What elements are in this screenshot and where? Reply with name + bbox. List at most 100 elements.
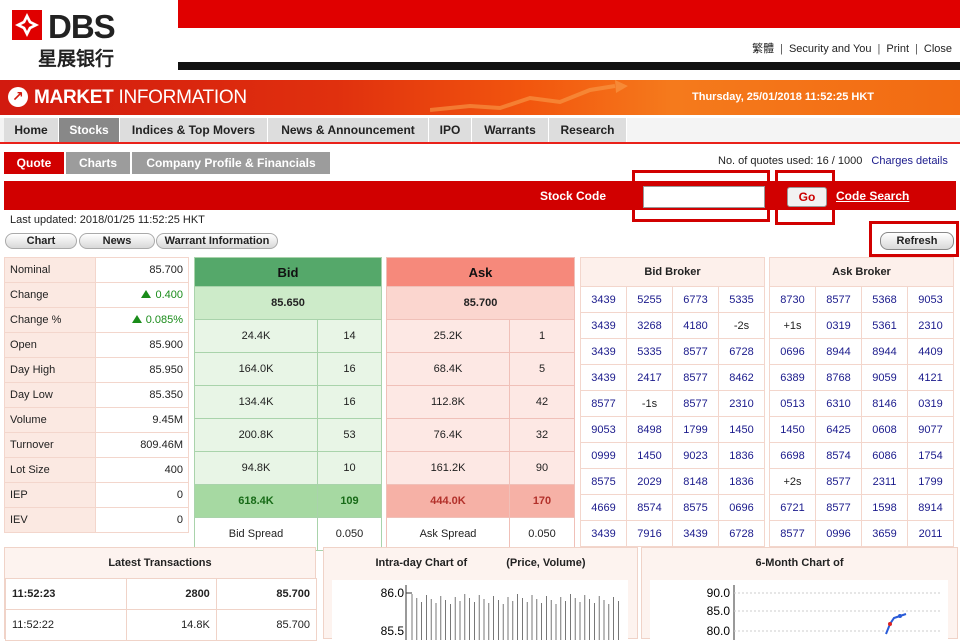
broker-cell: 8575 bbox=[672, 494, 719, 521]
broker-code-link[interactable]: 3439 bbox=[591, 320, 615, 332]
broker-code-link[interactable]: 2310 bbox=[918, 320, 942, 332]
refresh-button[interactable]: Refresh bbox=[880, 232, 954, 250]
broker-code-link[interactable]: 9059 bbox=[872, 372, 896, 384]
broker-code-link[interactable]: 3439 bbox=[591, 528, 615, 540]
broker-code-link[interactable]: 0319 bbox=[826, 320, 850, 332]
broker-code-link[interactable]: 1450 bbox=[780, 424, 804, 436]
broker-code-link[interactable]: 2029 bbox=[637, 476, 661, 488]
tab-indices-top-movers[interactable]: Indices & Top Movers bbox=[120, 118, 268, 142]
tab-warrants[interactable]: Warrants bbox=[472, 118, 549, 142]
broker-code-link[interactable]: 0696 bbox=[780, 346, 804, 358]
table-row: 9053 8498 1799 1450 bbox=[580, 416, 765, 443]
warrant-information-button[interactable]: Warrant Information bbox=[156, 233, 278, 249]
broker-code-link[interactable]: 1836 bbox=[729, 450, 753, 462]
broker-code-link[interactable]: 5335 bbox=[637, 346, 661, 358]
broker-code-link[interactable]: 0696 bbox=[729, 502, 753, 514]
broker-code-link[interactable]: 8577 bbox=[826, 294, 850, 306]
tab-research[interactable]: Research bbox=[549, 118, 627, 142]
subtab-quote[interactable]: Quote bbox=[4, 152, 64, 174]
language-link[interactable]: 繁體 bbox=[752, 43, 774, 55]
broker-code-link[interactable]: 8577 bbox=[826, 502, 850, 514]
broker-code-link[interactable]: 5255 bbox=[637, 294, 661, 306]
broker-code-link[interactable]: 5335 bbox=[729, 294, 753, 306]
broker-code-link[interactable]: 9053 bbox=[918, 294, 942, 306]
broker-code-link[interactable]: 8575 bbox=[591, 476, 615, 488]
broker-code-link[interactable]: 8577 bbox=[683, 398, 707, 410]
broker-code-link[interactable]: 7916 bbox=[637, 528, 661, 540]
broker-code-link[interactable]: 8914 bbox=[918, 502, 942, 514]
broker-code-link[interactable]: 8944 bbox=[872, 346, 896, 358]
broker-code-link[interactable]: 8730 bbox=[780, 294, 804, 306]
broker-code-link[interactable]: 8577 bbox=[683, 372, 707, 384]
broker-code-link[interactable]: 9023 bbox=[683, 450, 707, 462]
broker-code-link[interactable]: 9053 bbox=[591, 424, 615, 436]
broker-code-link[interactable]: 4180 bbox=[683, 320, 707, 332]
broker-code-link[interactable]: 2417 bbox=[637, 372, 661, 384]
broker-code-link[interactable]: 8498 bbox=[637, 424, 661, 436]
broker-code-link[interactable]: 8577 bbox=[683, 346, 707, 358]
tab-ipo[interactable]: IPO bbox=[429, 118, 472, 142]
broker-code-link[interactable]: 3659 bbox=[872, 528, 896, 540]
subtab-charts[interactable]: Charts bbox=[66, 152, 130, 174]
close-link[interactable]: Close bbox=[924, 43, 952, 55]
broker-code-link[interactable]: 5361 bbox=[872, 320, 896, 332]
broker-code-link[interactable]: 8148 bbox=[683, 476, 707, 488]
broker-code-link[interactable]: 8146 bbox=[872, 398, 896, 410]
broker-code-link[interactable]: 8768 bbox=[826, 372, 850, 384]
broker-code-link[interactable]: 0513 bbox=[780, 398, 804, 410]
news-button[interactable]: News bbox=[79, 233, 155, 249]
broker-code-link[interactable]: 6698 bbox=[780, 450, 804, 462]
broker-code-link[interactable]: 4669 bbox=[591, 502, 615, 514]
broker-code-link[interactable]: 8577 bbox=[826, 476, 850, 488]
broker-code-link[interactable]: 3439 bbox=[591, 346, 615, 358]
broker-code-link[interactable]: 6310 bbox=[826, 398, 850, 410]
broker-code-link[interactable]: 2011 bbox=[919, 528, 943, 540]
broker-code-link[interactable]: 5368 bbox=[872, 294, 896, 306]
tab-news-announcement[interactable]: News & Announcement bbox=[268, 118, 429, 142]
charges-details-link[interactable]: Charges details bbox=[871, 155, 947, 167]
broker-code-link[interactable]: 8574 bbox=[637, 502, 661, 514]
broker-code-link[interactable]: 6389 bbox=[780, 372, 804, 384]
broker-code-link[interactable]: 3439 bbox=[591, 372, 615, 384]
broker-cell: 6728 bbox=[718, 520, 765, 547]
broker-code-link[interactable]: 2310 bbox=[729, 398, 753, 410]
broker-code-link[interactable]: 3439 bbox=[683, 528, 707, 540]
broker-code-link[interactable]: 8574 bbox=[826, 450, 850, 462]
tab-home[interactable]: Home bbox=[4, 118, 59, 142]
broker-code-link[interactable]: 9077 bbox=[918, 424, 942, 436]
broker-code-link[interactable]: 6721 bbox=[780, 502, 804, 514]
broker-code-link[interactable]: 6728 bbox=[729, 346, 753, 358]
broker-code-link[interactable]: 4121 bbox=[918, 372, 942, 384]
broker-code-link[interactable]: 1754 bbox=[918, 450, 942, 462]
print-link[interactable]: Print bbox=[886, 43, 909, 55]
broker-code-link[interactable]: 0319 bbox=[918, 398, 942, 410]
broker-code-link[interactable]: 1598 bbox=[872, 502, 896, 514]
subtab-company-profile[interactable]: Company Profile & Financials bbox=[132, 152, 330, 174]
broker-code-link[interactable]: 2311 bbox=[873, 476, 897, 488]
broker-code-link[interactable]: 4409 bbox=[918, 346, 942, 358]
broker-code-link[interactable]: 1799 bbox=[683, 424, 707, 436]
broker-code-link[interactable]: 0996 bbox=[826, 528, 850, 540]
broker-code-link[interactable]: 6728 bbox=[729, 528, 753, 540]
broker-code-link[interactable]: 1836 bbox=[729, 476, 753, 488]
broker-code-link[interactable]: 6086 bbox=[872, 450, 896, 462]
broker-code-link[interactable]: 1799 bbox=[918, 476, 942, 488]
code-search-link[interactable]: Code Search bbox=[836, 189, 909, 203]
broker-code-link[interactable]: 3439 bbox=[591, 294, 615, 306]
broker-code-link[interactable]: 1450 bbox=[637, 450, 661, 462]
broker-code-link[interactable]: 8577 bbox=[591, 398, 615, 410]
chart-button[interactable]: Chart bbox=[5, 233, 77, 249]
broker-code-link[interactable]: 6773 bbox=[683, 294, 707, 306]
tab-stocks[interactable]: Stocks bbox=[59, 118, 120, 142]
broker-code-link[interactable]: 0999 bbox=[591, 450, 615, 462]
broker-code-link[interactable]: 8575 bbox=[683, 502, 707, 514]
table-row: 0696 8944 8944 4409 bbox=[769, 338, 954, 365]
broker-code-link[interactable]: 8462 bbox=[729, 372, 753, 384]
broker-code-link[interactable]: 8944 bbox=[826, 346, 850, 358]
security-link[interactable]: Security and You bbox=[789, 43, 872, 55]
broker-code-link[interactable]: 0608 bbox=[872, 424, 896, 436]
broker-code-link[interactable]: 1450 bbox=[729, 424, 753, 436]
broker-code-link[interactable]: 3268 bbox=[637, 320, 661, 332]
broker-code-link[interactable]: 6425 bbox=[826, 424, 850, 436]
broker-code-link[interactable]: 8577 bbox=[780, 528, 804, 540]
